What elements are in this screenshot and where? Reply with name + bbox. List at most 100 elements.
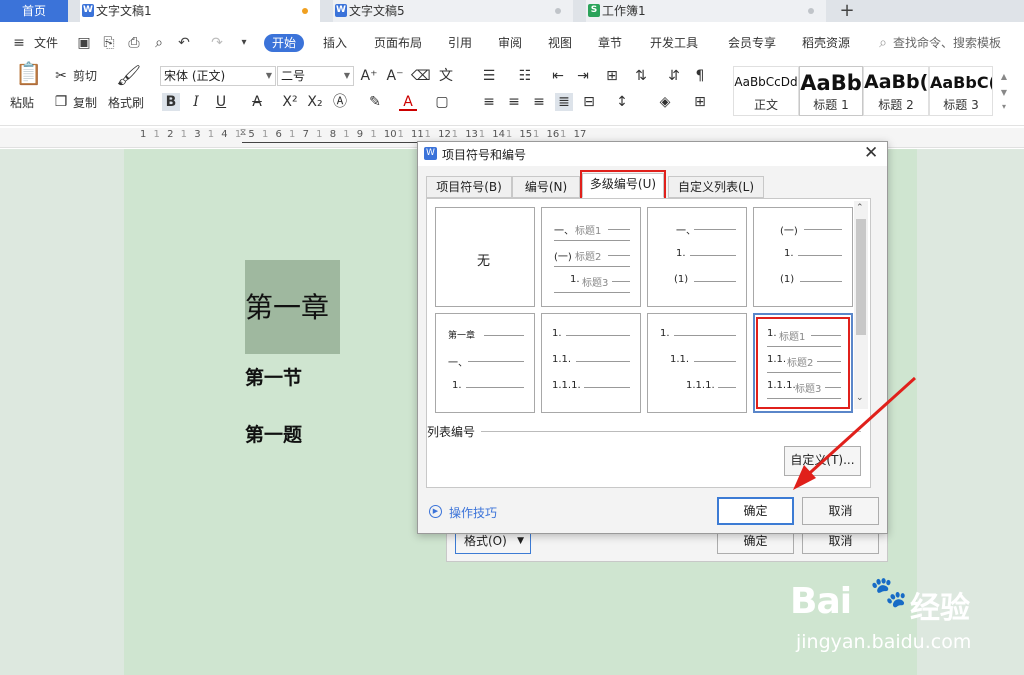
font-size-select[interactable]: 二号 ▼ bbox=[277, 66, 354, 86]
bullet-list-icon[interactable]: ☰ bbox=[480, 67, 498, 85]
hamburger-menu-icon[interactable]: ≡ bbox=[10, 34, 28, 52]
tab-numbering[interactable]: 编号(N) bbox=[512, 176, 580, 198]
new-tab-button[interactable]: + bbox=[838, 0, 856, 22]
save-icon[interactable]: ▣ bbox=[75, 34, 93, 52]
list-style-decimal-indented[interactable]: 1. 1.1. 1.1.1. bbox=[647, 313, 747, 413]
style-heading2[interactable]: AaBb( 标题 2 bbox=[863, 66, 929, 116]
list-style-paren-chinese[interactable]: (一) 1. (1) bbox=[753, 207, 853, 307]
chevron-down-icon: ▼ bbox=[265, 71, 272, 80]
customize-button[interactable]: 自定义(T)... bbox=[784, 446, 861, 476]
tab-doc5[interactable]: W 文字文稿5 bbox=[333, 0, 573, 22]
text-effect-icon[interactable]: Ⓐ bbox=[331, 93, 349, 111]
style-more-icon[interactable]: ▾ bbox=[995, 98, 1013, 116]
gallery-scrollbar[interactable]: ⌃ ⌄ bbox=[854, 201, 868, 409]
export-pdf-icon[interactable]: ⎘ bbox=[100, 34, 118, 52]
style-heading3[interactable]: AaBbC( 标题 3 bbox=[929, 66, 993, 116]
print-icon[interactable]: ⎙ bbox=[125, 34, 143, 52]
list-style-none[interactable]: 无 bbox=[435, 207, 535, 307]
tab-bullets[interactable]: 项目符号(B) bbox=[426, 176, 512, 198]
cancel-button[interactable]: 取消 bbox=[802, 497, 879, 525]
font-name-select[interactable]: 宋体 (正文) ▼ bbox=[160, 66, 276, 86]
highlight-icon[interactable]: ✎ bbox=[366, 93, 384, 111]
copy-button[interactable]: 复制 bbox=[73, 95, 97, 111]
scroll-down-icon[interactable]: ⌄ bbox=[856, 393, 864, 403]
ruler-tick-label: 2 bbox=[167, 129, 174, 140]
dialog-title-bar[interactable]: W 项目符号和编号 ✕ bbox=[418, 142, 887, 166]
ok-button[interactable]: 确定 bbox=[717, 497, 794, 525]
menu-chapter[interactable]: 章节 bbox=[598, 34, 622, 52]
font-color-icon[interactable]: A bbox=[399, 93, 417, 111]
style-normal[interactable]: AaBbCcDd 正文 bbox=[733, 66, 799, 116]
distribute-icon[interactable]: ⊟ bbox=[580, 93, 598, 111]
tips-link[interactable]: 操作技巧 bbox=[449, 504, 497, 521]
menu-review[interactable]: 审阅 bbox=[498, 34, 522, 52]
tab-custom-list[interactable]: 自定义列表(L) bbox=[668, 176, 764, 198]
superscript-icon[interactable]: X² bbox=[281, 93, 299, 111]
customize-toolbar-icon[interactable]: ▾ bbox=[235, 34, 253, 52]
level-2-line bbox=[468, 361, 524, 362]
writer-doc-icon: W bbox=[335, 4, 347, 17]
line-spacing-icon[interactable]: ↕ bbox=[613, 93, 631, 111]
menu-layout[interactable]: 页面布局 bbox=[374, 34, 422, 52]
font-shrink-icon[interactable]: A⁻ bbox=[386, 67, 404, 85]
command-search-input[interactable]: 查找命令、搜索模板 bbox=[893, 34, 1001, 52]
shading-icon[interactable]: ◈ bbox=[656, 93, 674, 111]
border-icon[interactable]: ⊞ bbox=[691, 93, 709, 111]
justify-icon[interactable]: ≣ bbox=[555, 93, 573, 111]
menu-vip[interactable]: 会员专享 bbox=[728, 34, 776, 52]
sort-icon[interactable]: ⇵ bbox=[665, 67, 683, 85]
print-preview-icon[interactable]: ⌕ bbox=[150, 34, 168, 52]
undo-icon[interactable]: ↶ bbox=[175, 34, 193, 52]
heading-chapter[interactable]: 第一章 bbox=[245, 286, 329, 326]
align-center-icon[interactable]: ≡ bbox=[505, 93, 523, 111]
bold-button[interactable]: B bbox=[162, 93, 180, 111]
phonetic-icon[interactable]: 文 bbox=[437, 67, 455, 85]
subscript-icon[interactable]: X₂ bbox=[306, 93, 324, 111]
redo-icon[interactable]: ↷ bbox=[208, 34, 226, 52]
list-style-chapter[interactable]: 第一章 一、 1. bbox=[435, 313, 535, 413]
tab-doc1[interactable]: W 文字文稿1 bbox=[80, 0, 320, 22]
scrollbar-thumb[interactable] bbox=[856, 219, 866, 335]
heading-section[interactable]: 第一节 bbox=[245, 363, 302, 390]
increase-indent-icon[interactable]: ⇥ bbox=[574, 67, 592, 85]
menu-start[interactable]: 开始 bbox=[264, 34, 305, 52]
menu-file[interactable]: 文件 bbox=[34, 34, 58, 52]
menu-resource[interactable]: 稻壳资源 bbox=[802, 34, 850, 52]
align-left-icon[interactable]: ≡ bbox=[480, 93, 498, 111]
level-1-number: (一) bbox=[780, 226, 798, 237]
style-heading1[interactable]: AaBb 标题 1 bbox=[799, 66, 863, 116]
play-tips-icon[interactable]: ▶ bbox=[429, 505, 442, 518]
close-dot-icon[interactable] bbox=[808, 8, 814, 14]
cut-button[interactable]: 剪切 bbox=[73, 68, 97, 84]
italic-button[interactable]: I bbox=[187, 93, 205, 111]
menu-reference[interactable]: 引用 bbox=[448, 34, 472, 52]
menu-view[interactable]: 视图 bbox=[548, 34, 572, 52]
close-icon[interactable]: ✕ bbox=[864, 143, 878, 163]
char-border-icon[interactable]: ▢ bbox=[433, 93, 451, 111]
align-right-icon[interactable]: ≡ bbox=[530, 93, 548, 111]
chinese-layout-icon[interactable]: ⊞ bbox=[603, 67, 621, 85]
list-style-chinese-arabic[interactable]: 一、 1. (1) bbox=[647, 207, 747, 307]
close-dot-icon[interactable] bbox=[555, 8, 561, 14]
show-marks-icon[interactable]: ¶ bbox=[691, 67, 709, 85]
list-style-chinese-heading[interactable]: 一、 标题1 (一) 标题2 1. 标题3 bbox=[541, 207, 641, 307]
clear-format-icon[interactable]: ⌫ bbox=[411, 67, 431, 85]
list-style-decimal[interactable]: 1. 1.1. 1.1.1. bbox=[541, 313, 641, 413]
underline-button[interactable]: U bbox=[212, 93, 230, 111]
copy-icon[interactable]: ❐ bbox=[52, 93, 70, 111]
decrease-indent-icon[interactable]: ⇤ bbox=[549, 67, 567, 85]
menu-dev[interactable]: 开发工具 bbox=[650, 34, 698, 52]
heading-question[interactable]: 第一题 bbox=[245, 420, 302, 447]
tab-sheet[interactable]: S 工作簿1 bbox=[586, 0, 826, 22]
menu-insert[interactable]: 插入 bbox=[323, 34, 347, 52]
tab-home[interactable]: 首页 bbox=[0, 0, 68, 22]
text-direction-icon[interactable]: ⇅ bbox=[632, 67, 650, 85]
strikethrough-icon[interactable]: A bbox=[248, 93, 266, 111]
cut-icon[interactable]: ✂ bbox=[52, 67, 70, 85]
format-painter-icon[interactable]: 🖌 bbox=[116, 65, 141, 90]
format-painter-button[interactable]: 格式刷 bbox=[108, 95, 144, 111]
font-grow-icon[interactable]: A⁺ bbox=[360, 67, 378, 85]
numbered-list-icon[interactable]: ☷ bbox=[516, 67, 534, 85]
level-2-line bbox=[690, 255, 736, 256]
scroll-up-icon[interactable]: ⌃ bbox=[856, 203, 864, 213]
